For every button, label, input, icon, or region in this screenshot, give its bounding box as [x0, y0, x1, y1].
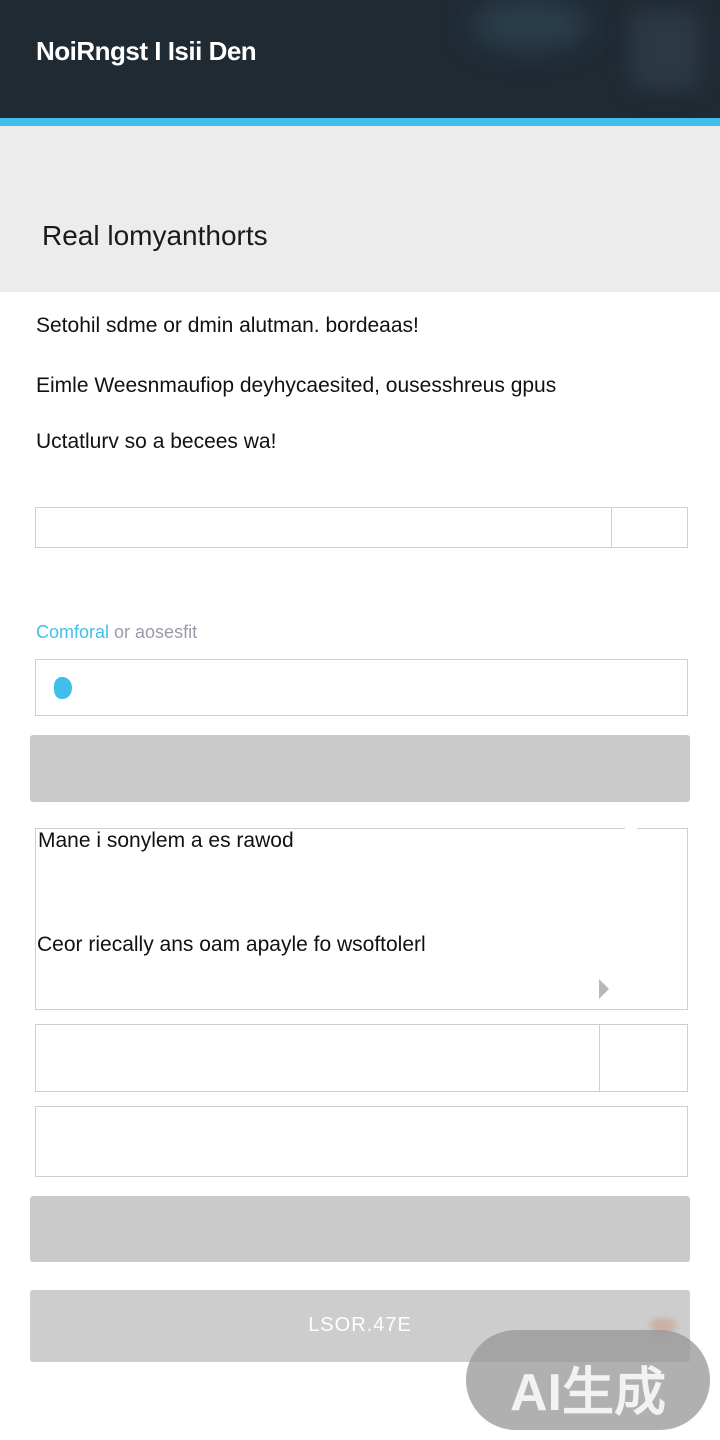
intro-line-2: Eimle Weesnmaufiop deyhycaesited, ousess… — [36, 374, 557, 397]
text-field-3[interactable] — [35, 1024, 688, 1092]
secondary-button[interactable] — [30, 1196, 690, 1262]
watermark-text: AI生成 — [509, 1364, 666, 1422]
hero-section: Real lomyanthorts — [0, 126, 720, 292]
intro-line-1: Setohil sdme or dmin alutman. bordeaas! — [36, 314, 419, 337]
info-card-line-1: Mane i sonylem a es rawod — [38, 829, 294, 852]
info-card: Mane i sonylem a es rawod Ceor riecally … — [35, 828, 688, 1010]
text-field-2[interactable] — [35, 659, 688, 716]
intro-line-3: Uctatlurv so a becees wa! — [36, 430, 277, 453]
app-header: NoiRngst I Isii Den — [0, 0, 720, 118]
primary-button[interactable] — [30, 735, 690, 802]
text-field-4[interactable] — [35, 1106, 688, 1177]
info-card-line-2: Ceor riecally ans oam apayle fo wsoftole… — [37, 933, 426, 956]
accent-bar — [0, 118, 720, 126]
section-label-highlight: Comforal — [36, 622, 110, 642]
blue-dot-icon — [54, 677, 72, 699]
app-title: NoiRngst I Isii Den — [36, 36, 257, 66]
section-label-rest: or aosesfit — [109, 622, 198, 642]
play-arrow-icon[interactable] — [599, 979, 609, 999]
field-addon[interactable] — [599, 1025, 687, 1091]
page-title: Real lomyanthorts — [42, 220, 268, 251]
text-field-1[interactable] — [35, 507, 688, 548]
ai-watermark: AI生成 — [466, 1330, 710, 1430]
field-addon[interactable] — [611, 508, 687, 547]
section-label: Comforal or aosesfit — [36, 622, 197, 643]
